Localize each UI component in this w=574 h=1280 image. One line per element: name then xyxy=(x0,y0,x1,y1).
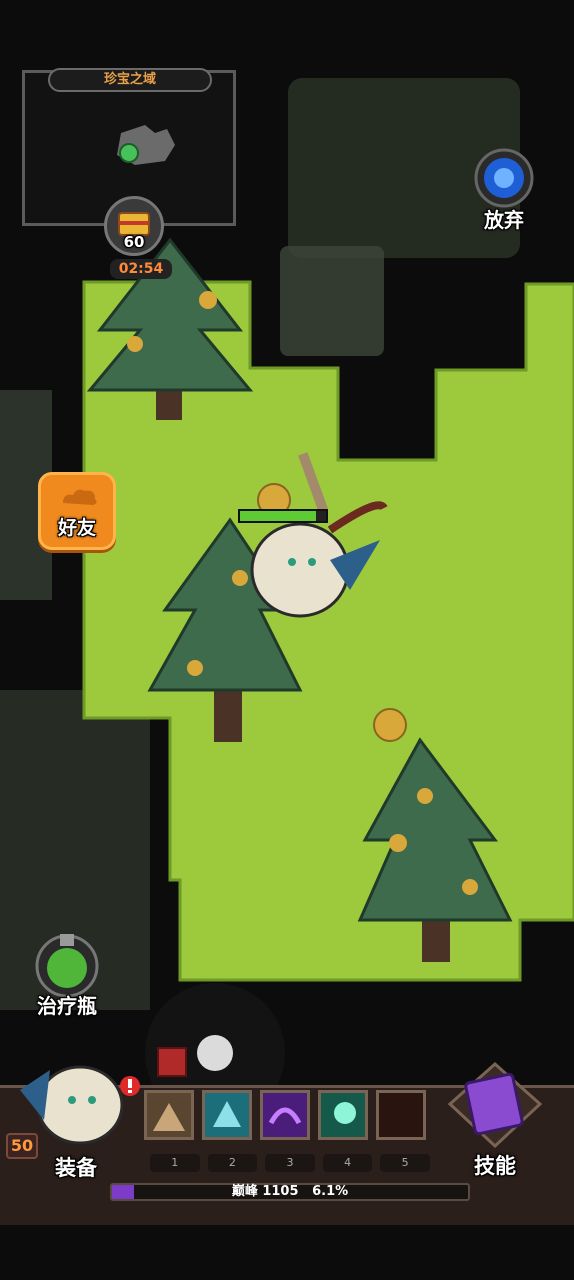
skill-slot-2[interactable] xyxy=(202,1090,252,1140)
wolf-skill-icon xyxy=(205,1093,249,1137)
treasure-chest-icon[interactable]: 60 xyxy=(104,196,164,256)
skill-slots xyxy=(144,1090,434,1148)
skills-button[interactable]: 技能 xyxy=(440,1060,550,1180)
peak-level-label: 巅峰 1105 xyxy=(231,1184,299,1199)
joystick-knob xyxy=(197,1035,233,1071)
abandon-button[interactable]: 放弃 xyxy=(468,148,540,238)
game-screen: 珍宝之域 60 02:54 放弃 好友 治疗瓶 1 2 3 4 5 巅峰 110… xyxy=(0,0,574,1280)
skills-label: 技能 xyxy=(474,1154,516,1178)
earth-skill-icon xyxy=(147,1093,191,1137)
equipment-button[interactable]: 装备 xyxy=(0,1030,140,1190)
chest-count: 60 xyxy=(123,233,145,251)
player-level-badge: 50 xyxy=(6,1133,38,1159)
skill-slot-5[interactable] xyxy=(376,1090,426,1140)
experience-text: 巅峰 1105 6.1% xyxy=(112,1185,468,1199)
rock-block xyxy=(280,246,384,356)
friends-button[interactable]: 好友 xyxy=(38,472,116,550)
skill-slot-1[interactable] xyxy=(144,1090,194,1140)
buff-icon xyxy=(157,1047,187,1077)
hero-avatar xyxy=(20,1065,140,1145)
skill-slot-3[interactable] xyxy=(260,1090,310,1140)
skill-slot-numbers: 1 2 3 4 5 xyxy=(150,1154,430,1172)
experience-bar: 巅峰 1105 6.1% xyxy=(110,1183,470,1201)
potion-label: 治疗瓶 xyxy=(37,994,97,1018)
countdown-timer: 02:54 xyxy=(110,259,172,279)
slot-number: 1 xyxy=(150,1154,200,1172)
slot-number: 4 xyxy=(322,1154,373,1172)
health-fill xyxy=(240,511,316,521)
dragon-skill-icon xyxy=(263,1093,307,1137)
portal-icon xyxy=(474,148,534,208)
player-health-bar xyxy=(238,509,328,523)
healing-potion-button[interactable]: 治疗瓶 xyxy=(22,928,112,1018)
cloud-icon xyxy=(63,489,97,505)
slot-number: 3 xyxy=(265,1154,315,1172)
player-marker-icon xyxy=(119,143,139,163)
experience-percent: 6.1% xyxy=(312,1184,349,1199)
slot-number: 5 xyxy=(380,1154,430,1172)
minimap-title: 珍宝之域 xyxy=(48,68,212,92)
slot-number: 2 xyxy=(207,1154,258,1172)
potion-icon xyxy=(35,934,99,998)
friends-label: 好友 xyxy=(57,517,96,539)
equip-label: 装备 xyxy=(55,1156,97,1180)
spellbook-icon xyxy=(447,1061,543,1149)
abandon-label: 放弃 xyxy=(484,208,524,232)
skill-slot-4[interactable] xyxy=(318,1090,368,1140)
orb-skill-icon xyxy=(321,1093,365,1137)
